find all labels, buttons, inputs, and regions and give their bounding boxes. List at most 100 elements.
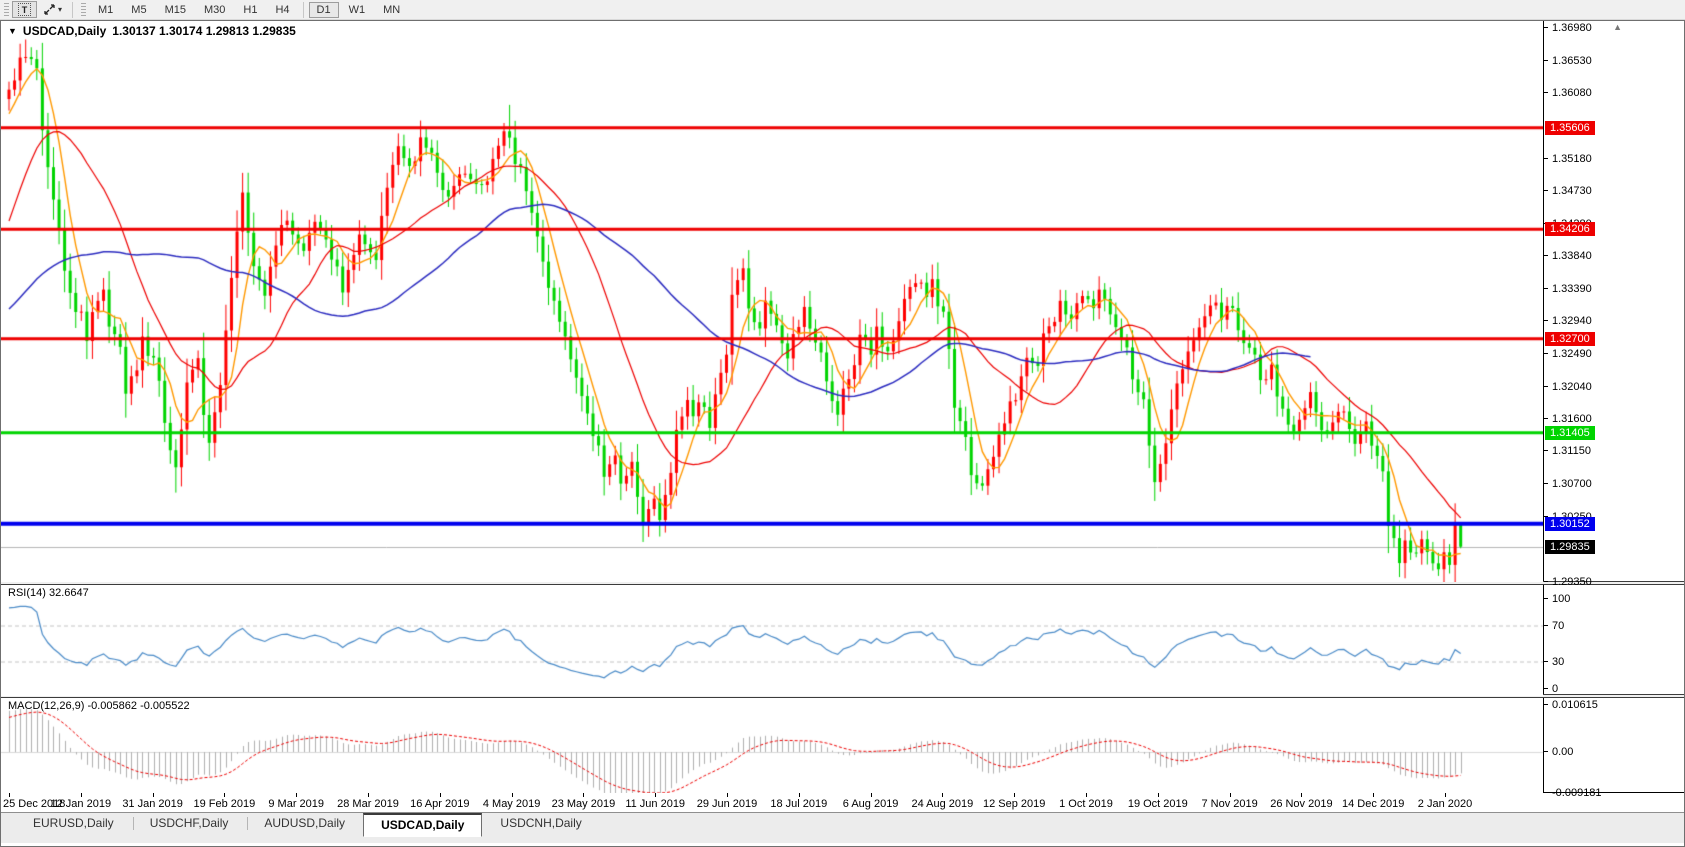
price-tick-label: 1.36980 [1544, 22, 1592, 34]
date-label: 16 Apr 2019 [410, 798, 469, 810]
main-chart-panel[interactable]: ▼ USDCAD,Daily 1.30137 1.30174 1.29813 1… [1, 21, 1684, 582]
price-tick-label: 1.32940 [1544, 315, 1592, 327]
price-tick-label: 1.31600 [1544, 413, 1592, 425]
date-tick [368, 793, 369, 797]
tab-eurusd[interactable]: EURUSD,Daily [15, 813, 132, 835]
price-tick-label: 1.32490 [1544, 348, 1592, 360]
cursor-arrows-icon [43, 3, 56, 16]
date-label: 2 Jan 2020 [1418, 798, 1472, 810]
date-tick [1301, 793, 1302, 797]
date-axis[interactable]: 25 Dec 201812 Jan 201931 Jan 201919 Feb … [1, 793, 1684, 812]
date-label: 12 Sep 2019 [983, 798, 1045, 810]
date-label: 26 Nov 2019 [1270, 798, 1332, 810]
date-tick [1014, 793, 1015, 797]
macd-tick-label: -0.009181 [1544, 787, 1602, 799]
cursor-tool-button[interactable]: ▾ [37, 1, 68, 18]
price-level-label: 1.30152 [1545, 517, 1595, 531]
date-label: 9 Mar 2019 [268, 798, 324, 810]
date-tick [81, 793, 82, 797]
timeframe-button-h4[interactable]: H4 [267, 2, 297, 18]
toolbar-grip[interactable] [4, 3, 9, 17]
timeframe-button-w1[interactable]: W1 [341, 2, 374, 18]
timeframe-button-h1[interactable]: H1 [235, 2, 265, 18]
rsi-label: RSI(14) 32.6647 [8, 587, 89, 599]
rsi-tick-label: 0 [1544, 683, 1558, 695]
timeframe-button-m30[interactable]: M30 [196, 2, 233, 18]
top-toolbar: T ▾ M1M5M15M30H1H4 D1W1MN [0, 0, 1685, 20]
tab-audusd[interactable]: AUDUSD,Daily [246, 813, 363, 835]
timeframe-button-d1[interactable]: D1 [309, 2, 339, 18]
rsi-panel[interactable]: RSI(14) 32.6647 100 70 30 0 [1, 584, 1684, 695]
rsi-tick-label: 100 [1544, 593, 1570, 605]
date-label: 6 Aug 2019 [843, 798, 899, 810]
date-label: 7 Nov 2019 [1201, 798, 1257, 810]
timeframe-button-m1[interactable]: M1 [90, 2, 121, 18]
price-tick-label: 1.36530 [1544, 55, 1592, 67]
date-tick [1086, 793, 1087, 797]
date-tick [942, 793, 943, 797]
date-tick [655, 793, 656, 797]
timeframe-button-mn[interactable]: MN [375, 2, 408, 18]
price-tick-label: 1.34730 [1544, 185, 1592, 197]
date-label: 18 Jul 2019 [770, 798, 827, 810]
date-tick [512, 793, 513, 797]
timeframe-button-m5[interactable]: M5 [123, 2, 154, 18]
chart-dropdown-icon[interactable]: ▼ [8, 26, 17, 36]
price-tick-label: 1.36080 [1544, 87, 1592, 99]
macd-chart-canvas[interactable] [1, 698, 1543, 794]
macd-label: MACD(12,26,9) -0.005862 -0.005522 [8, 700, 190, 712]
price-level-label: 1.35606 [1545, 121, 1595, 135]
price-level-label: 1.31405 [1545, 426, 1595, 440]
date-tick [1230, 793, 1231, 797]
date-tick [9, 793, 10, 797]
price-tick-label: 1.32040 [1544, 381, 1592, 393]
toolbar-separator [303, 2, 304, 18]
date-label: 23 May 2019 [552, 798, 616, 810]
date-label: 19 Oct 2019 [1128, 798, 1188, 810]
text-tool-button[interactable]: T [12, 1, 37, 18]
price-tick-label: 1.30700 [1544, 478, 1592, 490]
date-tick [1445, 793, 1446, 797]
date-tick [799, 793, 800, 797]
macd-panel[interactable]: MACD(12,26,9) -0.005862 -0.005522 0.0106… [1, 697, 1684, 793]
rsi-axis[interactable]: 100 70 30 0 [1543, 585, 1684, 694]
price-axis[interactable]: ▲ 1.35606 1.34206 1.32700 1.31405 1.3015… [1543, 21, 1684, 581]
price-level-label: 1.34206 [1545, 222, 1595, 236]
macd-tick-label: 0.00 [1544, 746, 1573, 758]
date-label: 12 Jan 2019 [51, 798, 112, 810]
date-tick [1373, 793, 1374, 797]
current-price-label: 1.29835 [1545, 540, 1595, 554]
price-tick-label: 1.33390 [1544, 283, 1592, 295]
date-tick [727, 793, 728, 797]
date-label: 14 Dec 2019 [1342, 798, 1404, 810]
tab-usdcnh[interactable]: USDCNH,Daily [482, 813, 599, 835]
rsi-chart-canvas[interactable] [1, 585, 1543, 696]
text-tool-icon: T [18, 3, 31, 16]
tab-usdcad[interactable]: USDCAD,Daily [363, 813, 482, 837]
date-label: 28 Mar 2019 [337, 798, 399, 810]
chart-symbol-label: USDCAD,Daily [23, 24, 106, 38]
price-chart-canvas[interactable] [1, 21, 1543, 582]
chart-title: ▼ USDCAD,Daily 1.30137 1.30174 1.29813 1… [8, 24, 296, 38]
chevron-down-icon: ▾ [58, 5, 62, 14]
chart-shift-marker-icon[interactable]: ▲ [1613, 22, 1622, 32]
toolbar-grip-2[interactable] [81, 3, 86, 17]
price-level-label: 1.32700 [1545, 332, 1595, 346]
macd-axis[interactable]: 0.0106150.00-0.009181 [1543, 698, 1684, 792]
date-label: 29 Jun 2019 [697, 798, 758, 810]
date-tick [296, 793, 297, 797]
rsi-tick-label: 70 [1544, 620, 1564, 632]
date-tick [440, 793, 441, 797]
date-tick [224, 793, 225, 797]
chart-window: ▼ USDCAD,Daily 1.30137 1.30174 1.29813 1… [0, 20, 1685, 847]
date-label: 11 Jun 2019 [625, 798, 685, 810]
tab-usdchf[interactable]: USDCHF,Daily [132, 813, 247, 835]
date-label: 19 Feb 2019 [194, 798, 256, 810]
timeframe-button-m15[interactable]: M15 [157, 2, 194, 18]
date-label: 31 Jan 2019 [122, 798, 183, 810]
price-tick-label: 1.33840 [1544, 250, 1592, 262]
rsi-tick-label: 30 [1544, 656, 1564, 668]
date-tick [1158, 793, 1159, 797]
chart-tab-bar: EURUSD,DailyUSDCHF,DailyAUDUSD,DailyUSDC… [1, 812, 1684, 843]
toolbar-separator [72, 2, 73, 18]
